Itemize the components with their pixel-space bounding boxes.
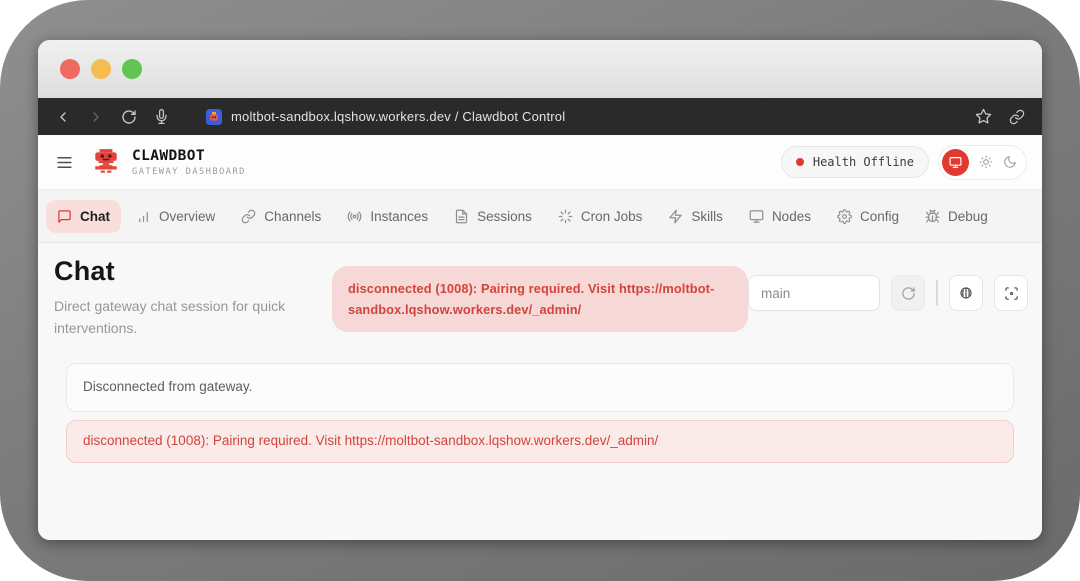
monitor-icon [749,209,764,224]
page-title: Chat [54,256,316,287]
tab-label: Chat [80,209,110,224]
tab-label: Channels [264,209,321,224]
focus-button[interactable] [994,275,1028,311]
sun-icon [979,155,993,169]
clawdbot-logo-icon [91,148,121,176]
tab-skills[interactable]: Skills [657,200,734,233]
tab-nodes[interactable]: Nodes [738,200,822,233]
theme-light-button[interactable] [979,155,993,169]
tab-label: Instances [370,209,428,224]
tab-debug[interactable]: Debug [914,200,999,233]
device-bezel: moltbot-sandbox.lqshow.workers.dev / Cla… [0,0,1080,581]
tab-label: Debug [948,209,988,224]
theme-switcher [938,145,1027,180]
refresh-icon[interactable] [121,109,137,125]
app-subtitle: GATEWAY DASHBOARD [132,167,246,177]
disconnect-alert-banner: disconnected (1008): Pairing required. V… [332,266,748,332]
refresh-session-button[interactable] [891,275,925,311]
tab-sessions[interactable]: Sessions [443,200,543,233]
tab-label: Nodes [772,209,811,224]
tab-instances[interactable]: Instances [336,200,439,233]
link-icon[interactable] [1009,109,1025,125]
nav-tabs: Chat Overview Channels Instances Session… [38,190,1042,243]
message-info: Disconnected from gateway. [66,363,1014,412]
url-address[interactable]: moltbot-sandbox.lqshow.workers.dev / Cla… [231,109,565,124]
window-titlebar [38,40,1042,98]
app-name: CLAWDBOT [132,148,246,164]
message-square-icon [57,209,72,224]
tab-label: Sessions [477,209,532,224]
site-favicon-icon [206,109,222,125]
menu-icon[interactable] [55,153,74,172]
tab-label: Cron Jobs [581,209,643,224]
message-error: disconnected (1008): Pairing required. V… [66,420,1014,463]
app-header: CLAWDBOT GATEWAY DASHBOARD Health Offlin… [38,135,1042,190]
loader-icon [558,209,573,224]
tab-cron-jobs[interactable]: Cron Jobs [547,200,654,233]
moon-icon [1003,155,1017,169]
star-icon[interactable] [975,108,992,125]
tab-chat[interactable]: Chat [46,200,121,233]
browser-window: moltbot-sandbox.lqshow.workers.dev / Cla… [38,40,1042,540]
tab-overview[interactable]: Overview [125,200,226,233]
close-window-button[interactable] [60,59,80,79]
tab-label: Skills [691,209,723,224]
tab-channels[interactable]: Channels [230,200,332,233]
brain-icon [958,285,974,301]
radio-icon [347,209,362,224]
mic-icon[interactable] [154,109,169,124]
theme-system-button[interactable] [942,149,969,176]
page-description: Direct gateway chat session for quick in… [54,296,316,339]
message-list[interactable]: Disconnected from gateway. disconnected … [66,363,1014,463]
health-status-label: Health Offline [813,155,914,169]
bug-icon [925,209,940,224]
health-status-badge: Health Offline [781,146,929,178]
refresh-icon [901,286,916,301]
tab-label: Config [860,209,899,224]
theme-dark-button[interactable] [1003,155,1017,169]
zoom-window-button[interactable] [122,59,142,79]
back-icon[interactable] [55,109,71,125]
chat-page: Chat Direct gateway chat session for qui… [38,243,1042,540]
controls-divider [936,280,938,306]
offline-dot-icon [796,158,804,166]
model-button[interactable] [949,275,983,311]
zap-icon [668,209,683,224]
tab-config[interactable]: Config [826,200,910,233]
scan-icon [1004,286,1019,301]
session-input[interactable] [748,275,880,311]
browser-toolbar: moltbot-sandbox.lqshow.workers.dev / Cla… [38,98,1042,135]
link-icon [241,209,256,224]
monitor-icon [949,156,962,169]
minimize-window-button[interactable] [91,59,111,79]
tab-label: Overview [159,209,215,224]
file-text-icon [454,209,469,224]
forward-icon[interactable] [88,109,104,125]
bar-chart-icon [136,209,151,224]
gear-icon [837,209,852,224]
